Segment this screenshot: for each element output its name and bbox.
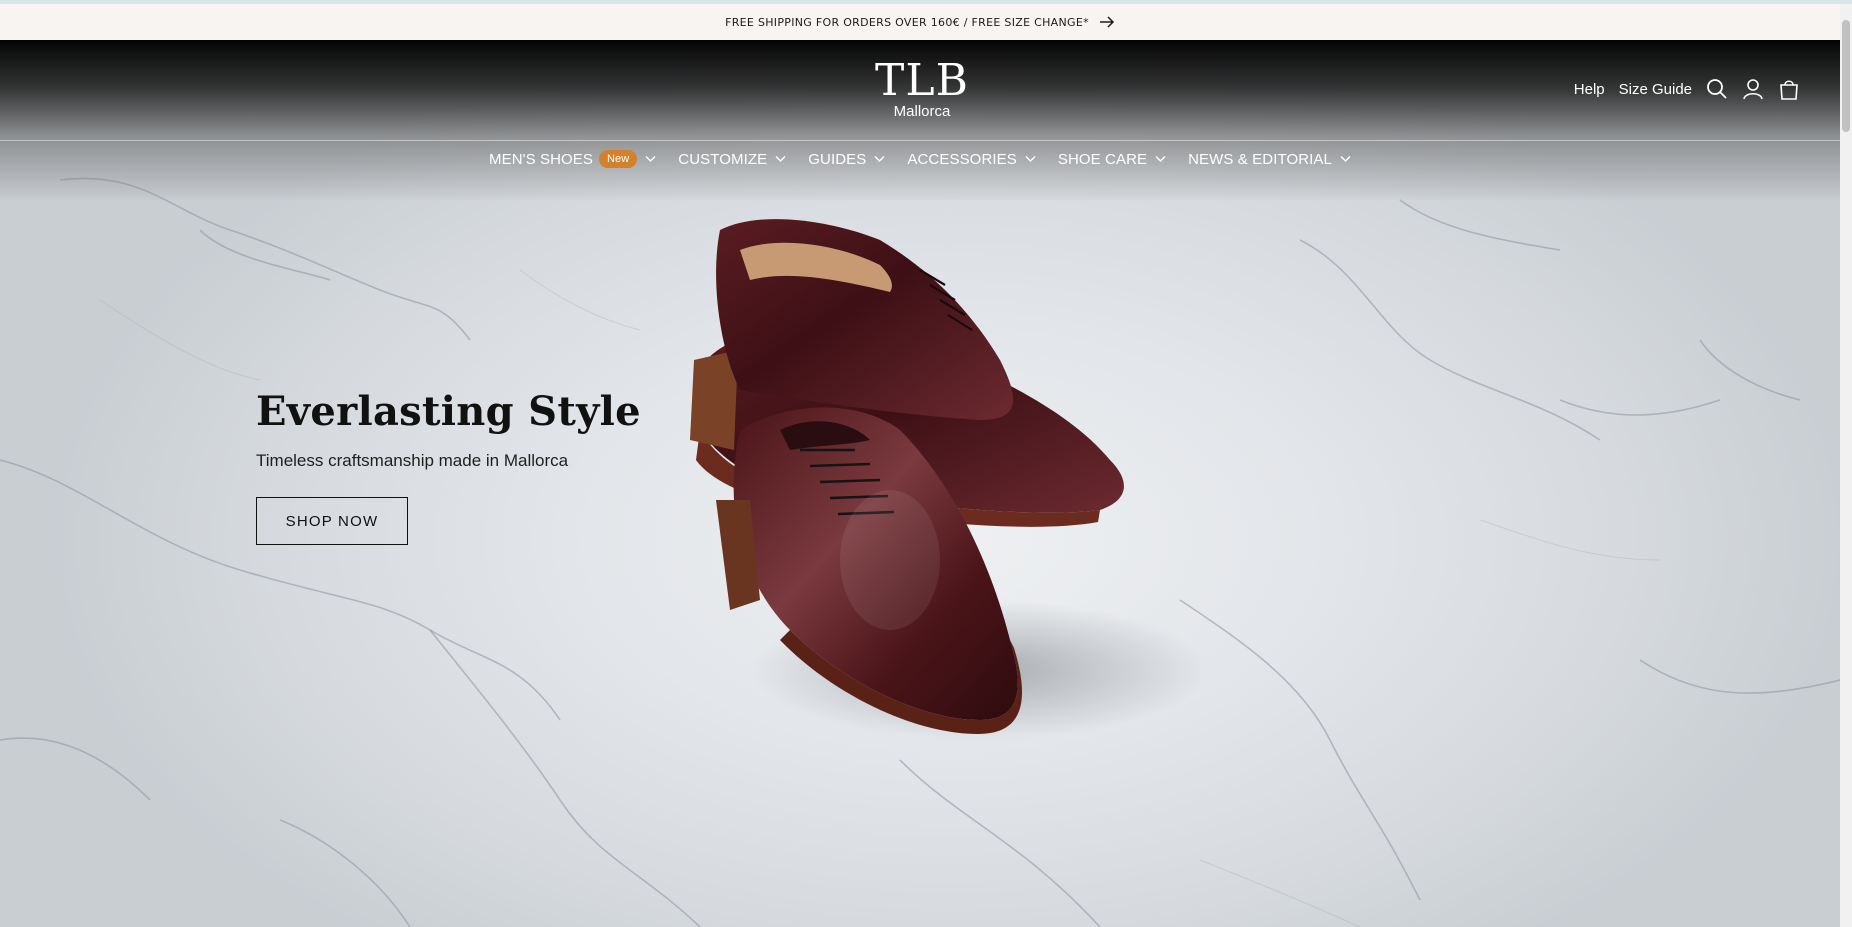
help-link[interactable]: Help xyxy=(1574,81,1605,98)
shop-now-button[interactable]: SHOP NOW xyxy=(256,497,408,545)
nav-label[interactable]: CUSTOMIZE xyxy=(678,151,767,168)
size-guide-link[interactable]: Size Guide xyxy=(1619,81,1692,98)
header-divider xyxy=(0,140,1840,141)
scrollbar-thumb[interactable] xyxy=(1842,20,1850,132)
chevron-down-icon[interactable] xyxy=(874,155,885,163)
arrow-right-icon[interactable] xyxy=(1099,15,1115,29)
chevron-down-icon[interactable] xyxy=(1340,155,1351,163)
chevron-down-icon[interactable] xyxy=(645,155,656,163)
nav-label[interactable]: ACCESSORIES xyxy=(907,151,1016,168)
nav-label[interactable]: GUIDES xyxy=(808,151,866,168)
new-badge: New xyxy=(598,150,638,168)
nav-label[interactable]: SHOE CARE xyxy=(1058,151,1147,168)
main-navigation: MEN'S SHOES New CUSTOMIZE GUIDES ACCESSO… xyxy=(0,150,1840,168)
hero-subtitle: Timeless craftsmanship made in Mallorca xyxy=(256,451,569,470)
nav-accessories[interactable]: ACCESSORIES xyxy=(907,150,1036,168)
nav-news-editorial[interactable]: NEWS & EDITORIAL xyxy=(1188,150,1351,168)
nav-label[interactable]: MEN'S SHOES xyxy=(489,151,593,168)
brand-logo[interactable]: TLB Mallorca xyxy=(860,58,984,120)
hero-shoes-image xyxy=(690,219,1200,740)
logo-subtitle[interactable]: Mallorca xyxy=(860,104,984,120)
hero-title: Everlasting Style xyxy=(256,388,641,435)
cart-icon[interactable] xyxy=(1778,78,1800,100)
account-icon[interactable] xyxy=(1742,78,1764,100)
logo-mark[interactable]: TLB xyxy=(860,58,984,104)
announcement-bar[interactable]: FREE SHIPPING FOR ORDERS OVER 160€ / FRE… xyxy=(0,4,1840,40)
nav-customize[interactable]: CUSTOMIZE xyxy=(678,150,786,168)
nav-label[interactable]: NEWS & EDITORIAL xyxy=(1188,151,1332,168)
announcement-text[interactable]: FREE SHIPPING FOR ORDERS OVER 160€ / FRE… xyxy=(725,16,1089,29)
utility-nav: Help Size Guide xyxy=(1574,78,1800,100)
chevron-down-icon[interactable] xyxy=(1025,155,1036,163)
nav-shoe-care[interactable]: SHOE CARE xyxy=(1058,150,1166,168)
chevron-down-icon[interactable] xyxy=(775,155,786,163)
hero-banner: TLB Mallorca Help Size Guide MEN'S SHOES… xyxy=(0,40,1840,927)
page-scrollbar[interactable] xyxy=(1840,4,1852,927)
nav-guides[interactable]: GUIDES xyxy=(808,150,885,168)
chevron-down-icon[interactable] xyxy=(1155,155,1166,163)
search-icon[interactable] xyxy=(1706,78,1728,100)
nav-mens-shoes[interactable]: MEN'S SHOES New xyxy=(489,150,656,168)
